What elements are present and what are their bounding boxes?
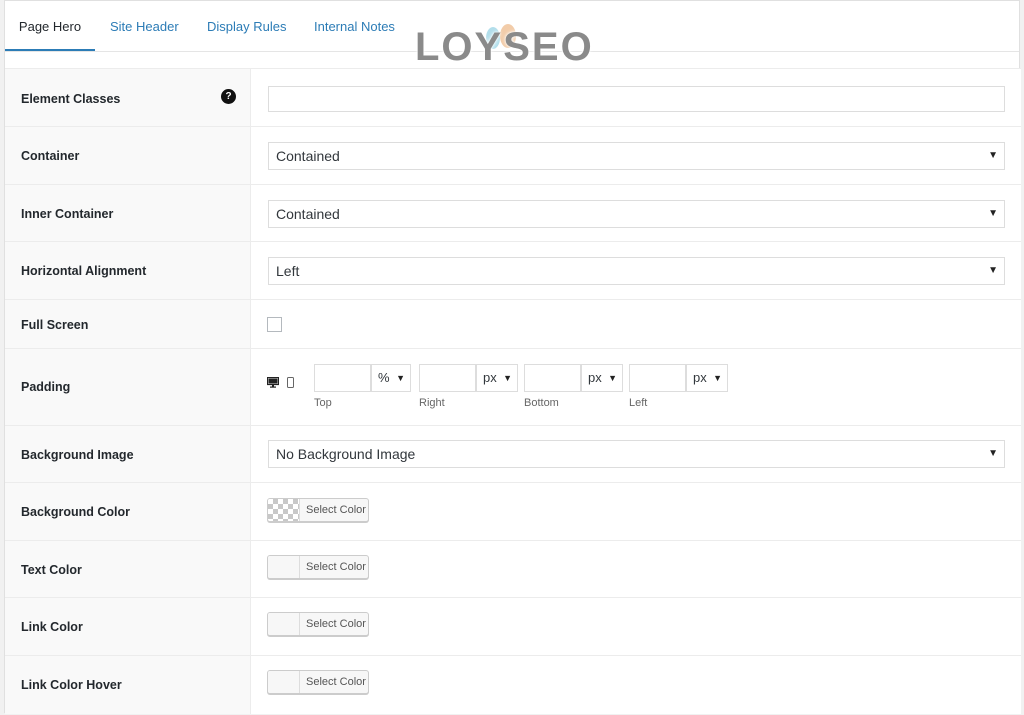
row-background-image: Background Image No Background Image ▼ [5, 425, 1021, 482]
row-element-classes: Element Classes ? [5, 68, 1021, 126]
full-screen-checkbox[interactable] [267, 317, 282, 332]
link-color-hover-label: Link Color Hover [21, 678, 122, 692]
background-image-select[interactable]: No Background Image ▼ [268, 440, 1005, 468]
row-link-color: Link Color Select Color [5, 597, 1021, 655]
background-image-value: No Background Image [276, 446, 416, 462]
chevron-down-icon: ▼ [988, 265, 998, 276]
chevron-down-icon: ▼ [988, 150, 998, 161]
color-swatch [268, 613, 300, 635]
help-icon[interactable]: ? [221, 89, 236, 104]
full-screen-label: Full Screen [21, 318, 89, 332]
tab-page-hero[interactable]: Page Hero [5, 1, 95, 51]
link-color-label: Link Color [21, 620, 83, 634]
transparent-swatch-icon [268, 499, 300, 521]
row-background-color: Background Color Select Color [5, 482, 1021, 540]
background-color-select-button[interactable]: Select Color [267, 498, 369, 522]
padding-bottom-unit-select[interactable]: px ▼ [581, 364, 623, 392]
padding-left-input[interactable] [629, 364, 686, 392]
chevron-down-icon: ▼ [396, 373, 405, 383]
padding-left-unit: px [693, 370, 707, 385]
link-color-hover-button-label: Select Color [306, 676, 366, 688]
container-select[interactable]: Contained ▼ [268, 142, 1005, 170]
mobile-icon[interactable] [287, 377, 294, 391]
container-value: Contained [276, 148, 340, 164]
padding-right-unit: px [483, 370, 497, 385]
horizontal-alignment-value: Left [276, 263, 300, 279]
padding-top-label: Top [314, 397, 332, 409]
chevron-down-icon: ▼ [608, 373, 617, 383]
horizontal-alignment-label: Horizontal Alignment [21, 264, 147, 278]
padding-bottom-unit: px [588, 370, 602, 385]
desktop-icon[interactable] [266, 376, 280, 391]
chevron-down-icon: ▼ [713, 373, 722, 383]
padding-top-input[interactable] [314, 364, 371, 392]
text-color-button-label: Select Color [306, 561, 366, 573]
row-link-color-hover: Link Color Hover Select Color [5, 655, 1021, 714]
page-hero-settings-panel: Page Hero Site Header Display Rules Inte… [4, 0, 1021, 714]
horizontal-alignment-select[interactable]: Left ▼ [268, 257, 1005, 285]
padding-bottom-input[interactable] [524, 364, 581, 392]
container-label: Container [21, 149, 80, 163]
row-full-screen: Full Screen [5, 299, 1021, 348]
inner-container-label: Inner Container [21, 207, 114, 221]
background-image-label: Background Image [21, 448, 134, 462]
tab-internal-notes[interactable]: Internal Notes [314, 1, 395, 51]
settings-form: Element Classes ? Container Contained ▼ I… [5, 68, 1021, 714]
row-horizontal-alignment: Horizontal Alignment Left ▼ [5, 241, 1021, 299]
chevron-down-icon: ▼ [988, 448, 998, 459]
element-classes-input[interactable] [268, 86, 1005, 112]
row-text-color: Text Color Select Color [5, 540, 1021, 597]
chevron-down-icon: ▼ [503, 373, 512, 383]
link-color-select-button[interactable]: Select Color [267, 612, 369, 636]
text-color-select-button[interactable]: Select Color [267, 555, 369, 579]
element-classes-label: Element Classes [21, 92, 121, 106]
padding-left-label: Left [629, 397, 648, 409]
background-color-label: Background Color [21, 505, 131, 519]
text-color-label: Text Color [21, 563, 82, 577]
tab-bar: Page Hero Site Header Display Rules Inte… [5, 1, 1019, 52]
padding-top-unit: % [378, 370, 390, 385]
padding-right-label: Right [419, 397, 445, 409]
link-color-hover-select-button[interactable]: Select Color [267, 670, 369, 694]
color-swatch [268, 556, 300, 578]
padding-right-unit-select[interactable]: px ▼ [476, 364, 518, 392]
padding-left-unit-select[interactable]: px ▼ [686, 364, 728, 392]
padding-right-input[interactable] [419, 364, 476, 392]
inner-container-value: Contained [276, 206, 340, 222]
color-swatch [268, 671, 300, 693]
background-color-button-label: Select Color [306, 504, 366, 516]
padding-top-unit-select[interactable]: % ▼ [371, 364, 411, 392]
tab-site-header[interactable]: Site Header [110, 1, 179, 51]
padding-label: Padding [21, 380, 71, 394]
chevron-down-icon: ▼ [988, 208, 998, 219]
row-container: Container Contained ▼ [5, 126, 1021, 184]
row-padding: Padding % ▼ Top px ▼ Right px ▼ Bottom px ▼ [5, 348, 1021, 425]
tab-display-rules[interactable]: Display Rules [207, 1, 286, 51]
row-inner-container: Inner Container Contained ▼ [5, 184, 1021, 241]
padding-bottom-label: Bottom [524, 397, 559, 409]
link-color-button-label: Select Color [306, 618, 366, 630]
inner-container-select[interactable]: Contained ▼ [268, 200, 1005, 228]
